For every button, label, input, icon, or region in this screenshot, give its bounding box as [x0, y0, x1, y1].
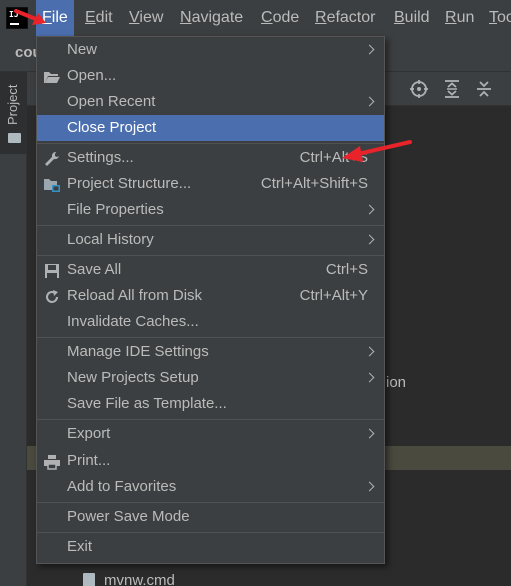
project-tool-window-label: Project: [5, 84, 20, 125]
menu-separator: [37, 502, 384, 503]
menu-edit[interactable]: Edit: [79, 0, 119, 36]
file-icon: [83, 573, 95, 586]
submenu-arrow-icon: [366, 474, 376, 500]
menu-separator: [37, 532, 384, 533]
menu-file[interactable]: File: [36, 0, 74, 36]
submenu-arrow-icon: [366, 421, 376, 447]
menu-item-invalidate-caches[interactable]: Invalidate Caches...: [37, 309, 384, 335]
menu-item-exit[interactable]: Exit: [37, 534, 384, 560]
menu-item-manage-ide-settings[interactable]: Manage IDE Settings: [37, 339, 384, 365]
menu-item-open-recent[interactable]: Open Recent: [37, 89, 384, 115]
menu-item-save-file-as-template[interactable]: Save File as Template...: [37, 391, 384, 417]
submenu-arrow-icon: [366, 227, 376, 253]
collapse-all-icon[interactable]: [473, 78, 495, 100]
file-menu-dropdown: New Open... Open Recent Close Project Se…: [36, 36, 385, 564]
menu-item-settings[interactable]: Settings... Ctrl+Alt+S: [37, 145, 384, 171]
menu-item-power-save-mode[interactable]: Power Save Mode: [37, 504, 384, 530]
printer-icon: [43, 453, 61, 470]
menu-item-reload-all[interactable]: Reload All from Disk Ctrl+Alt+Y: [37, 283, 384, 309]
background-tree-text: ion: [386, 374, 407, 391]
menu-separator: [37, 255, 384, 256]
menu-separator: [37, 225, 384, 226]
open-folder-icon: [43, 68, 61, 84]
menu-item-add-to-favorites[interactable]: Add to Favorites: [37, 474, 384, 500]
menu-item-new[interactable]: New: [37, 37, 384, 63]
menu-item-file-properties[interactable]: File Properties: [37, 197, 384, 223]
locate-icon[interactable]: [408, 78, 430, 100]
menu-tools[interactable]: Too: [483, 0, 511, 36]
submenu-arrow-icon: [366, 339, 376, 365]
wrench-icon: [43, 150, 61, 166]
menu-item-print[interactable]: Print...: [37, 448, 384, 474]
menu-item-export[interactable]: Export: [37, 421, 384, 447]
menu-refactor[interactable]: Refactor: [309, 0, 381, 36]
main-menu-bar: IJ File Edit View Navigate Code Refactor…: [0, 0, 511, 36]
tree-file-mvnw-cmd[interactable]: mvnw.cmd: [104, 572, 175, 586]
menu-item-project-structure[interactable]: Project Structure... Ctrl+Alt+Shift+S: [37, 171, 384, 197]
submenu-arrow-icon: [366, 89, 376, 115]
menu-separator: [37, 419, 384, 420]
submenu-arrow-icon: [366, 37, 376, 63]
refresh-icon: [43, 288, 61, 304]
intellij-logo-icon: IJ: [5, 6, 31, 32]
save-icon: [43, 262, 61, 278]
menu-separator: [37, 143, 384, 144]
project-structure-icon: [43, 176, 61, 192]
submenu-arrow-icon: [366, 365, 376, 391]
menu-item-open[interactable]: Open...: [37, 63, 384, 89]
menu-item-local-history[interactable]: Local History: [37, 227, 384, 253]
menu-item-new-projects-setup[interactable]: New Projects Setup: [37, 365, 384, 391]
menu-run[interactable]: Run: [439, 0, 480, 36]
menu-item-close-project[interactable]: Close Project: [37, 115, 384, 141]
folder-icon: [8, 133, 21, 143]
menu-view[interactable]: View: [123, 0, 169, 36]
menu-navigate[interactable]: Navigate: [174, 0, 249, 36]
submenu-arrow-icon: [366, 197, 376, 223]
menu-item-save-all[interactable]: Save All Ctrl+S: [37, 257, 384, 283]
menu-code[interactable]: Code: [255, 0, 305, 36]
menu-separator: [37, 337, 384, 338]
expand-all-icon[interactable]: [441, 78, 463, 100]
menu-build[interactable]: Build: [388, 0, 436, 36]
